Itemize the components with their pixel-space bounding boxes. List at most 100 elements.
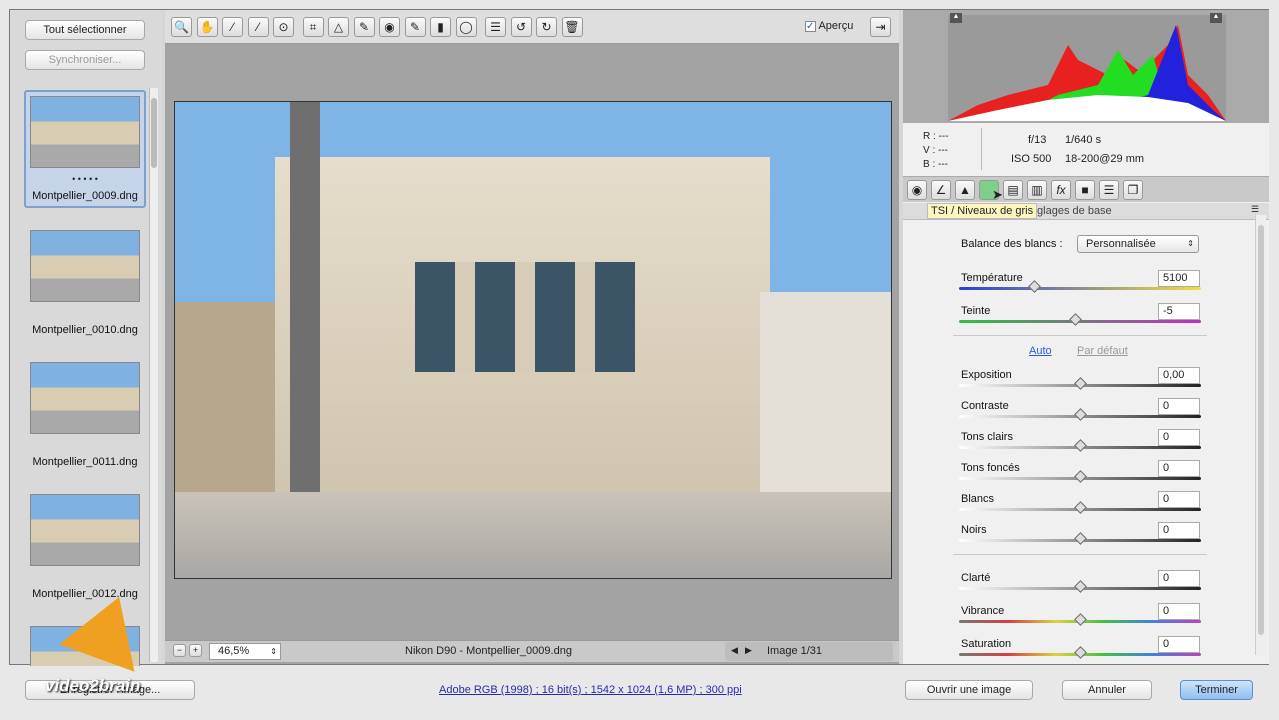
slider-handle[interactable]: [1074, 613, 1087, 626]
effects-tab-icon[interactable]: fx: [1051, 180, 1071, 200]
thumbnail-0009[interactable]: • • • • • Montpellier_0009.dng: [24, 90, 146, 208]
straighten-icon[interactable]: △: [328, 17, 349, 37]
slider-value-field[interactable]: 0,00: [1158, 367, 1200, 384]
slider-handle[interactable]: [1074, 532, 1087, 545]
thumbnail-label: Montpellier_0010.dng: [32, 324, 138, 336]
select-all-button[interactable]: Tout sélectionner: [25, 20, 145, 40]
lens-tab-icon[interactable]: ▥: [1027, 180, 1047, 200]
preview-toggle[interactable]: ✓ Aperçu: [805, 20, 853, 32]
filmstrip: Tout sélectionner Synchroniser... • • • …: [10, 10, 162, 666]
red-eye-icon[interactable]: ◉: [379, 17, 400, 37]
camera-calibration-tab-icon[interactable]: ■: [1075, 180, 1095, 200]
slider-track[interactable]: [959, 532, 1201, 545]
slider-value-field[interactable]: 0: [1158, 491, 1200, 508]
white-balance-value: Personnalisée: [1086, 238, 1156, 250]
slider-handle[interactable]: [1074, 439, 1087, 452]
preview-checkbox[interactable]: ✓: [805, 21, 816, 32]
prev-image-icon[interactable]: ◀: [731, 645, 738, 656]
spot-removal-icon[interactable]: ✎: [353, 17, 375, 37]
zoom-in-button[interactable]: +: [189, 644, 202, 657]
thumbnail-0010[interactable]: Montpellier_0010.dng: [24, 230, 146, 336]
white-balance-icon[interactable]: ⁄: [222, 17, 243, 37]
brush-icon[interactable]: ✎: [404, 17, 426, 37]
slider-track[interactable]: [959, 377, 1201, 390]
shadow-clip-icon[interactable]: ▲: [950, 13, 962, 23]
synchronize-button[interactable]: Synchroniser...: [25, 50, 145, 70]
trash-icon[interactable]: 🗑: [561, 17, 583, 37]
slider-label: Vibrance: [961, 605, 1005, 617]
open-image-button[interactable]: Ouvrir une image: [905, 680, 1033, 700]
detail-tab-icon[interactable]: ▲: [955, 180, 975, 200]
slider-track[interactable]: [959, 580, 1201, 593]
next-image-icon[interactable]: ▶: [745, 645, 752, 656]
histogram: ▲ ▲: [903, 10, 1269, 123]
slider-track[interactable]: [959, 439, 1201, 452]
rotate-right-icon[interactable]: ↻: [536, 17, 557, 37]
toolbar: 🔍 ✋ ⁄ ⁄ ⊙ ⌗ △ ✎ ◉ ✎ ▮ ◯ ☰ ↺ ↻ 🗑: [165, 10, 899, 44]
graduated-filter-icon[interactable]: ▮: [430, 17, 451, 37]
crop-icon[interactable]: ⌗: [302, 17, 324, 37]
slider-value-field[interactable]: 0: [1158, 398, 1200, 415]
highlight-clip-icon[interactable]: ▲: [1210, 13, 1222, 23]
fullscreen-icon[interactable]: ⇥: [870, 17, 891, 37]
scroll-thumb[interactable]: [151, 98, 157, 168]
slider-handle[interactable]: [1074, 501, 1087, 514]
plaza: [175, 492, 891, 578]
presets-tab-icon[interactable]: ☰: [1099, 180, 1119, 200]
default-link[interactable]: Par défaut: [1077, 345, 1128, 357]
white-balance-select[interactable]: Personnalisée ⇕: [1077, 235, 1199, 253]
building-right: [760, 292, 891, 492]
slider-handle[interactable]: [1074, 377, 1087, 390]
list-icon[interactable]: ☰: [485, 17, 506, 37]
rotate-left-icon[interactable]: ↺: [510, 17, 532, 37]
auto-link[interactable]: Auto: [1029, 345, 1052, 357]
slider-track[interactable]: [959, 280, 1201, 293]
target-adjust-icon[interactable]: ⊙: [273, 17, 294, 37]
snapshots-tab-icon[interactable]: ❐: [1123, 180, 1143, 200]
slider-track[interactable]: [959, 646, 1201, 659]
slider-track[interactable]: [959, 313, 1201, 326]
zoom-icon[interactable]: 🔍: [171, 17, 192, 37]
slider-handle[interactable]: [1074, 580, 1087, 593]
color-sampler-icon[interactable]: ⁄: [247, 17, 269, 37]
slider-value-field[interactable]: 0: [1158, 429, 1200, 446]
slider-handle[interactable]: [1074, 470, 1087, 483]
slider-value-field[interactable]: 5100: [1158, 270, 1200, 287]
filmstrip-scrollbar[interactable]: [149, 88, 158, 662]
slider-value-field[interactable]: 0: [1158, 603, 1200, 620]
slider-handle[interactable]: [1028, 280, 1041, 293]
slider-handle[interactable]: [1069, 313, 1083, 326]
slider-value-field[interactable]: 0: [1158, 570, 1200, 587]
done-button[interactable]: Terminer: [1180, 680, 1253, 700]
slider-value-field[interactable]: 0: [1158, 522, 1200, 539]
slider-track[interactable]: [959, 470, 1201, 483]
slider-track[interactable]: [959, 408, 1201, 421]
workflow-options-link[interactable]: Adobe RGB (1998) ; 16 bit(s) ; 1542 x 10…: [439, 684, 742, 696]
slider-handle[interactable]: [1074, 408, 1087, 421]
cancel-button[interactable]: Annuler: [1062, 680, 1152, 700]
slider-track[interactable]: [959, 501, 1201, 514]
thumbnail-0011[interactable]: Montpellier_0011.dng: [24, 362, 146, 468]
split-toning-tab-icon[interactable]: ▤: [1003, 180, 1023, 200]
slider-handle[interactable]: [1074, 646, 1087, 659]
zoom-select[interactable]: 46,5% ⇕: [209, 643, 281, 660]
radial-filter-icon[interactable]: ◯: [455, 17, 477, 37]
pole: [290, 102, 320, 502]
scroll-thumb[interactable]: [1258, 225, 1264, 635]
zoom-out-button[interactable]: −: [173, 644, 186, 657]
hand-icon[interactable]: ✋: [196, 17, 218, 37]
rating-dots[interactable]: • • • • •: [26, 174, 144, 184]
building-left: [175, 302, 275, 502]
slider-value-field[interactable]: -5: [1158, 303, 1200, 320]
thumbnail-label: Montpellier_0011.dng: [32, 456, 138, 468]
panel-menu-icon[interactable]: ☰: [1251, 204, 1259, 215]
slider-label: Tons foncés: [961, 462, 1020, 474]
histogram-graph: [948, 25, 1226, 121]
slider-label: Contraste: [961, 400, 1009, 412]
slider-value-field[interactable]: 0: [1158, 636, 1200, 653]
slider-track[interactable]: [959, 613, 1201, 626]
tone-curve-tab-icon[interactable]: ∠: [931, 180, 951, 200]
slider-value-field[interactable]: 0: [1158, 460, 1200, 477]
panel-scrollbar[interactable]: [1255, 215, 1266, 655]
basic-tab-icon[interactable]: ◉: [907, 180, 927, 200]
